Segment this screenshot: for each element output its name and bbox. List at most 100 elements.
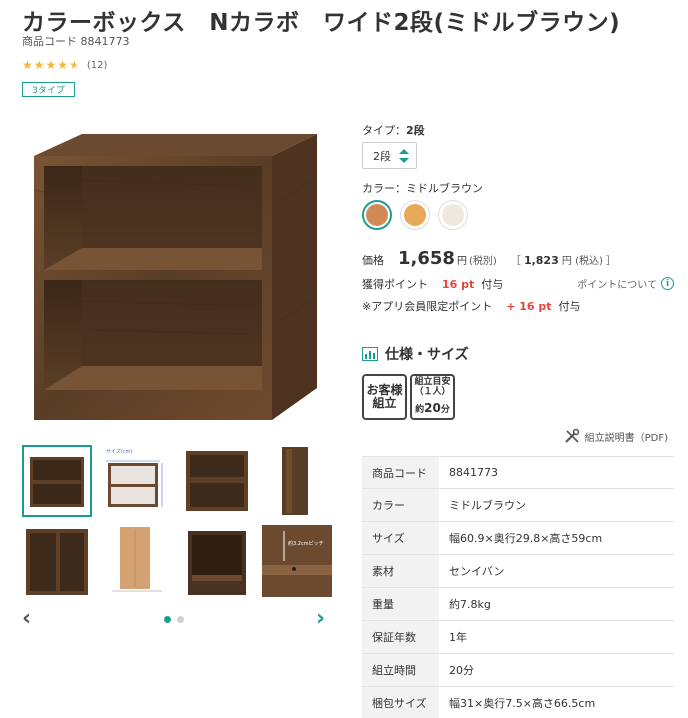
- thumbnail-1[interactable]: [22, 445, 92, 517]
- gallery-pagination: [164, 616, 184, 623]
- spec-key: カラー: [362, 489, 439, 521]
- spec-key: 重量: [362, 588, 439, 620]
- spec-value: 約7.8kg: [449, 598, 491, 611]
- type-label: タイプ：: [362, 124, 406, 137]
- main-product-image[interactable]: [22, 120, 332, 430]
- spec-row: 組立時間 20分: [362, 654, 674, 687]
- spec-key: 保証年数: [362, 621, 439, 653]
- spec-value: センイバン: [449, 565, 505, 578]
- gallery-prev-button[interactable]: ‹: [22, 606, 31, 631]
- thumbnail-3[interactable]: [182, 445, 252, 517]
- thumbnail-4[interactable]: [262, 445, 332, 517]
- points-suffix: 付与: [481, 278, 504, 291]
- spec-row: カラー ミドルブラウン: [362, 489, 674, 522]
- product-code: 商品コード 8841773: [22, 35, 130, 48]
- spec-row: 重量 約7.8kg: [362, 588, 674, 621]
- star-icon: ★: [33, 58, 45, 72]
- shelf-pitch-note: 約3.2cmピッチ: [288, 540, 324, 547]
- star-icon: ★: [57, 58, 69, 72]
- points-value: 16 pt: [442, 278, 475, 291]
- type-select[interactable]: 2段: [362, 142, 417, 169]
- thumbnail-7[interactable]: [182, 525, 252, 597]
- type-select-value: 2段: [373, 149, 391, 163]
- select-arrows-icon: [399, 149, 409, 163]
- points-about-label: ポイントについて: [577, 280, 657, 291]
- price-value: 1,658: [398, 248, 455, 269]
- app-points-label: ※アプリ会員限定ポイント: [362, 300, 493, 313]
- badge1-line2: 組立: [372, 396, 397, 410]
- swatch-natural[interactable]: [400, 200, 430, 230]
- manual-label: 組立説明書（PDF): [584, 432, 668, 444]
- color-swatches: [362, 200, 468, 230]
- points-about-link[interactable]: ポイントについて i: [577, 276, 674, 291]
- price-unit: 円: [456, 256, 467, 267]
- thumbnail-5[interactable]: [22, 525, 92, 597]
- swatch-white[interactable]: [438, 200, 468, 230]
- star-icon: ★: [22, 58, 33, 72]
- half-star-icon: ★: [69, 58, 80, 72]
- chart-icon: [362, 347, 378, 361]
- spec-heading-label: 仕様・サイズ: [385, 347, 469, 363]
- color-label: カラー：: [362, 182, 406, 195]
- badge2-unit: 分: [440, 404, 450, 415]
- incl-value: 1,823: [523, 254, 559, 267]
- thumbnail-6[interactable]: [102, 525, 172, 597]
- spec-value: 1年: [449, 631, 467, 644]
- price-row: 価格 1,658 円 (税別) ［ 1,823 円 (税込) ］: [362, 248, 616, 269]
- spec-value: ミドルブラウン: [449, 499, 526, 512]
- incl-unit: 円: [561, 256, 572, 267]
- badge2-line2: （１人）: [414, 387, 451, 398]
- spec-heading: 仕様・サイズ: [362, 344, 469, 364]
- product-title: カラーボックス Nカラボ ワイド2段(ミドルブラウン): [22, 10, 621, 36]
- review-count[interactable]: (12): [87, 60, 108, 71]
- star-icon: ★: [45, 58, 57, 72]
- thumbnail-8[interactable]: 約3.2cmピッチ: [262, 525, 332, 597]
- spec-value: 幅31×奥行7.5×高さ66.5cm: [449, 697, 596, 710]
- points-row: 獲得ポイント 16 pt 付与 ポイントについて i: [362, 276, 674, 292]
- spec-value: 幅60.9×奥行29.8×高さ59cm: [449, 532, 603, 545]
- spec-value: 8841773: [449, 466, 498, 479]
- color-current-value: ミドルブラウン: [406, 182, 483, 195]
- spec-key: 梱包サイズ: [362, 687, 439, 718]
- price-incl-tax: ［ 1,823 円 (税込) ］: [511, 252, 616, 267]
- price-label: 価格: [362, 254, 384, 267]
- type-current-value: 2段: [406, 124, 425, 137]
- assembly-badges: お客様 組立 組立目安 （１人） 約20分: [362, 374, 455, 420]
- spec-row: サイズ 幅60.9×奥行29.8×高さ59cm: [362, 522, 674, 555]
- color-option-label: カラー：ミドルブラウン: [362, 180, 483, 196]
- spec-key: サイズ: [362, 522, 439, 554]
- info-icon: i: [661, 277, 674, 290]
- assembly-manual-link[interactable]: 組立説明書（PDF): [564, 428, 668, 444]
- assembly-time-badge: 組立目安 （１人） 約20分: [410, 374, 455, 420]
- thumbnail-2[interactable]: サイズ(cm): [102, 445, 172, 517]
- tools-icon: [564, 428, 579, 443]
- app-points-suffix: 付与: [558, 300, 581, 313]
- customer-assembly-badge: お客様 組立: [362, 374, 407, 420]
- spec-key: 素材: [362, 555, 439, 587]
- badge2-prefix: 約: [415, 404, 425, 415]
- spec-key: 組立時間: [362, 654, 439, 686]
- spec-row: 商品コード 8841773: [362, 456, 674, 489]
- incl-bracket-open: ［: [510, 256, 521, 267]
- pagination-dot[interactable]: [164, 616, 171, 623]
- spec-row: 素材 センイバン: [362, 555, 674, 588]
- incl-note: (税込): [575, 256, 603, 267]
- size-diagram-title: サイズ(cm): [106, 448, 132, 455]
- spec-row: 梱包サイズ 幅31×奥行7.5×高さ66.5cm: [362, 687, 674, 718]
- price-tax-note: (税別): [468, 256, 497, 267]
- incl-bracket-close: ］: [606, 256, 617, 267]
- spec-key: 商品コード: [362, 457, 439, 488]
- gallery-next-button[interactable]: ›: [316, 606, 325, 631]
- pagination-dot[interactable]: [177, 616, 184, 623]
- rating-stars[interactable]: ★ ★ ★ ★ ★ (12): [22, 58, 107, 72]
- app-points-value: + 16 pt: [506, 300, 552, 313]
- app-points-row: ※アプリ会員限定ポイント + 16 pt 付与: [362, 298, 581, 314]
- type-count-badge: 3タイプ: [22, 82, 75, 97]
- points-label: 獲得ポイント: [362, 278, 428, 291]
- badge2-minutes: 20: [424, 400, 441, 415]
- type-option-label: タイプ：2段: [362, 122, 425, 138]
- swatch-middle-brown[interactable]: [362, 200, 392, 230]
- spec-row: 保証年数 1年: [362, 621, 674, 654]
- spec-table: 商品コード 8841773 カラー ミドルブラウン サイズ 幅60.9×奥行29.8×高さ…: [362, 456, 674, 718]
- spec-value: 20分: [449, 664, 474, 677]
